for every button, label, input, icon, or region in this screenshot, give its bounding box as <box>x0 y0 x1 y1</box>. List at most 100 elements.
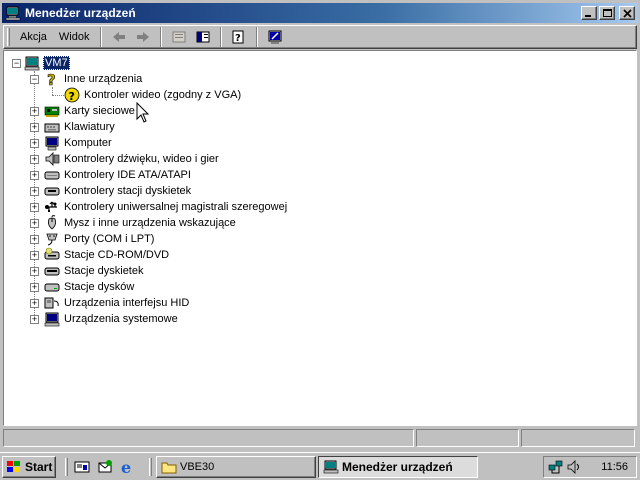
expand-button[interactable]: + <box>30 139 39 148</box>
mouse-cursor-icon <box>136 102 150 123</box>
view-button[interactable] <box>192 27 214 47</box>
tree-item-category[interactable]: Kontrolery IDE ATA/ATAPI <box>44 167 192 183</box>
svg-text:e: e <box>121 459 131 475</box>
tree-item-category[interactable]: Karty sieciowe <box>44 103 136 119</box>
sound-icon <box>44 151 60 167</box>
tree-item-category[interactable]: Mysz i inne urządzenia wskazujące <box>44 215 237 231</box>
show-desktop-icon <box>74 461 90 473</box>
root-label: VM7 <box>43 56 70 70</box>
task-vbe30[interactable]: VBE30 <box>156 456 316 478</box>
computer-icon <box>24 55 40 71</box>
menu-view-label: Widok <box>58 31 90 43</box>
properties-icon <box>172 31 186 43</box>
tree-item-video-controller[interactable]: ? Kontroler wideo (zgodny z VGA) <box>64 87 242 103</box>
properties-button[interactable] <box>168 27 190 47</box>
minimize-button[interactable] <box>581 6 597 20</box>
hid-icon <box>44 295 60 311</box>
mouse-icon <box>44 215 60 231</box>
expand-button[interactable]: + <box>30 235 39 244</box>
network-tray-icon[interactable] <box>548 459 564 475</box>
minimize-icon <box>585 15 591 17</box>
tree-item-category[interactable]: Komputer <box>44 135 113 151</box>
windows-logo-icon <box>7 461 20 472</box>
svg-text:?: ? <box>47 71 56 87</box>
device-manager-window: Menedżer urządzeń Akcja Widok ? − VM7 − … <box>0 0 640 452</box>
back-arrow-icon <box>113 32 126 42</box>
tree-item-category[interactable]: Kontrolery uniwersalnej magistrali szere… <box>44 199 288 215</box>
svg-text:?: ? <box>235 33 241 44</box>
category-label: Karty sieciowe <box>64 105 135 117</box>
internet-explorer-icon: e <box>121 459 131 475</box>
expand-button[interactable]: + <box>30 155 39 164</box>
tree-item-other-devices[interactable]: ? Inne urządzenia <box>44 71 143 87</box>
tree-item-category[interactable]: Kontrolery dźwięku, wideo i gier <box>44 151 220 167</box>
collapse-root-button[interactable]: − <box>12 59 21 68</box>
expand-button[interactable]: + <box>30 187 39 196</box>
task-device-manager[interactable]: Menedżer urządzeń <box>318 456 478 478</box>
toolbar-separator <box>160 27 163 47</box>
svg-text:?: ? <box>69 90 75 103</box>
taskbar-grip[interactable] <box>65 458 68 476</box>
expand-button[interactable]: + <box>30 283 39 292</box>
forward-button[interactable] <box>132 27 154 47</box>
tree-item-category[interactable]: Stacje CD-ROM/DVD <box>44 247 170 263</box>
help-icon: ? <box>232 30 244 44</box>
expand-button[interactable]: + <box>30 219 39 228</box>
floppy-drive-icon <box>44 263 60 279</box>
view-icon <box>196 31 210 43</box>
category-label: Kontrolery dźwięku, wideo i gier <box>64 153 219 165</box>
start-button[interactable]: Start <box>2 456 56 478</box>
device-tree[interactable]: − VM7 − ? Inne urządzenia ? Kontroler wi… <box>3 50 637 426</box>
collapse-other-devices-button[interactable]: − <box>30 75 39 84</box>
cdrom-icon <box>44 247 60 263</box>
other-devices-label: Inne urządzenia <box>64 73 143 85</box>
expand-button[interactable]: + <box>30 299 39 308</box>
expand-button[interactable]: + <box>30 123 39 132</box>
toolbar-separator <box>100 27 103 47</box>
category-label: Kontrolery uniwersalnej magistrali szere… <box>64 201 288 213</box>
expand-button[interactable]: + <box>30 107 39 116</box>
tree-item-category[interactable]: Porty (COM i LPT) <box>44 231 155 247</box>
tree-connector <box>52 87 53 95</box>
category-label: Kontrolery stacji dyskietek <box>64 185 192 197</box>
menu-view[interactable]: Widok <box>53 27 96 47</box>
category-label: Mysz i inne urządzenia wskazujące <box>64 217 236 229</box>
expand-button[interactable]: + <box>30 315 39 324</box>
quicklaunch-desktop[interactable] <box>72 457 92 477</box>
system-device-icon <box>44 311 60 327</box>
quicklaunch-outlook[interactable] <box>95 457 115 477</box>
usb-icon <box>44 199 60 215</box>
category-label: Komputer <box>64 137 112 149</box>
tree-root[interactable]: VM7 <box>24 55 70 71</box>
tree-item-category[interactable]: Stacje dyskietek <box>44 263 144 279</box>
toolbar-grip[interactable] <box>7 28 10 46</box>
tree-item-category[interactable]: Klawiatury <box>44 119 116 135</box>
scan-hardware-button[interactable] <box>264 27 286 47</box>
category-label: Kontrolery IDE ATA/ATAPI <box>64 169 191 181</box>
expand-button[interactable]: + <box>30 171 39 180</box>
title-bar[interactable]: Menedżer urządzeń <box>2 3 638 23</box>
expand-button[interactable]: + <box>30 203 39 212</box>
expand-button[interactable]: + <box>30 251 39 260</box>
maximize-button[interactable] <box>599 6 615 20</box>
system-tray: 11:56 <box>543 456 637 478</box>
quicklaunch-ie[interactable]: e <box>118 457 138 477</box>
volume-tray-icon[interactable] <box>566 459 582 475</box>
tree-item-category[interactable]: Stacje dysków <box>44 279 135 295</box>
status-pane-2 <box>416 429 519 447</box>
tree-item-category[interactable]: Urządzenia interfejsu HID <box>44 295 190 311</box>
tree-item-category[interactable]: Urządzenia systemowe <box>44 311 179 327</box>
help-button[interactable]: ? <box>228 27 250 47</box>
category-label: Porty (COM i LPT) <box>64 233 155 245</box>
scan-hardware-icon <box>268 30 282 44</box>
tree-item-category[interactable]: Kontrolery stacji dyskietek <box>44 183 192 199</box>
back-button[interactable] <box>108 27 130 47</box>
menu-action[interactable]: Akcja <box>14 27 53 47</box>
taskbar-grip[interactable] <box>149 458 152 476</box>
category-label: Urządzenia systemowe <box>64 313 178 325</box>
close-button[interactable] <box>619 6 635 20</box>
floppy-controller-icon <box>44 183 60 199</box>
clock: 11:56 <box>601 461 628 473</box>
category-label: Klawiatury <box>64 121 115 133</box>
expand-button[interactable]: + <box>30 267 39 276</box>
